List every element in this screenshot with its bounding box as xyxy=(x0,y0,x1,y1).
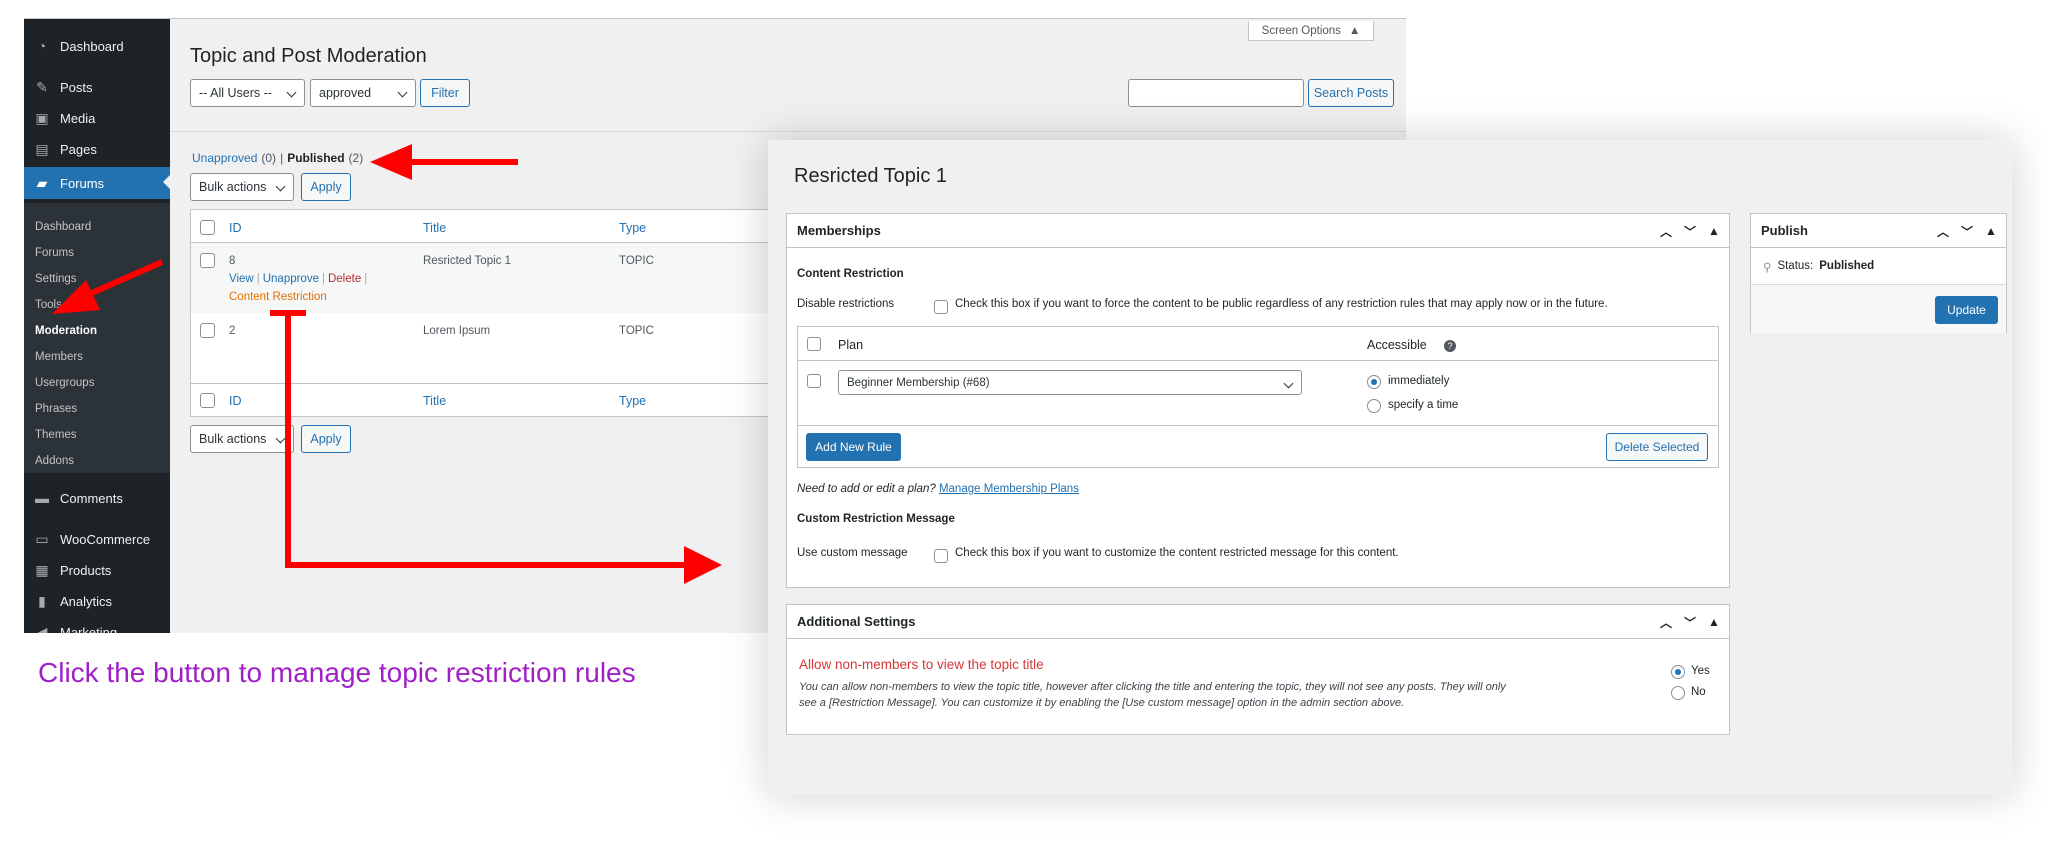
published-arrow-head xyxy=(370,144,412,180)
annotation-arrows xyxy=(52,144,722,584)
caption-text: Click the button to manage topic restric… xyxy=(38,657,636,688)
moderation-arrow-head xyxy=(52,280,100,314)
restriction-arrow-head xyxy=(684,546,722,584)
composite-screenshot: ◔ Dashboard ✎ Posts ▣ Media ▤ Pages ▰ Forums … xyxy=(0,0,2048,867)
